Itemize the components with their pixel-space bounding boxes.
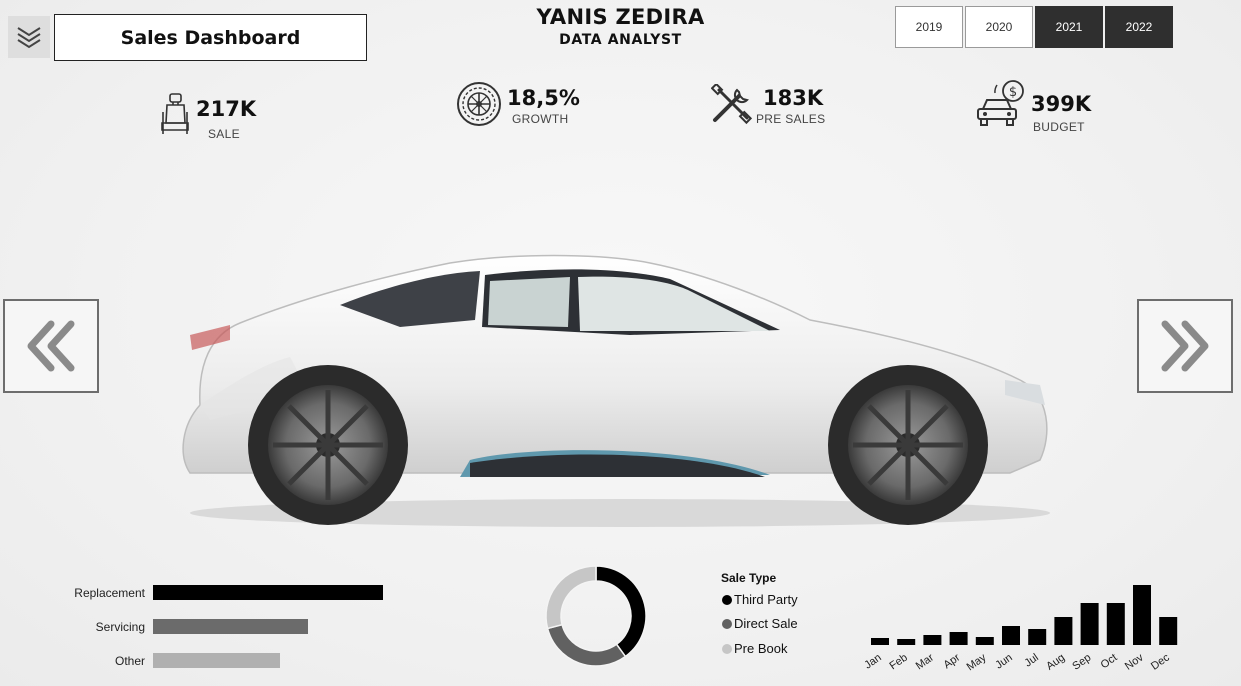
legend-third-party[interactable]: Third Party — [722, 592, 798, 607]
month-label-may: May — [965, 651, 989, 673]
bar-label-servicing: Servicing — [95, 620, 145, 634]
previous-button[interactable] — [3, 299, 99, 393]
svg-text:$: $ — [1009, 85, 1017, 100]
month-bar-nov[interactable] — [1133, 585, 1151, 645]
car-image — [182, 254, 1050, 527]
year-button-2019[interactable]: 2019 — [895, 6, 963, 48]
month-label-jul: Jul — [1023, 652, 1041, 670]
year-button-2020[interactable]: 2020 — [965, 6, 1033, 48]
legend-dot — [722, 643, 732, 654]
donut-slice-third-party[interactable] — [595, 565, 647, 658]
month-bar-apr[interactable] — [949, 632, 968, 645]
month-bar-mar[interactable] — [923, 635, 942, 645]
legend-label: Direct Sale — [734, 616, 798, 631]
pre-sales-label: PRE SALES — [756, 112, 826, 126]
legend-direct-sale[interactable]: Direct Sale — [722, 616, 798, 631]
sale-type-donut — [545, 565, 647, 667]
month-bar-aug[interactable] — [1054, 617, 1073, 645]
month-label-jun: Jun — [993, 652, 1014, 672]
car-seat-icon — [161, 93, 189, 134]
donut-slice-direct-sale[interactable] — [546, 623, 627, 667]
month-label-oct: Oct — [1099, 652, 1120, 672]
year-filter: 2019 2020 2021 2022 — [895, 6, 1173, 48]
month-bar-jun[interactable] — [1002, 626, 1020, 645]
month-bar-dec[interactable] — [1159, 617, 1178, 645]
donut-slice-pre-book[interactable] — [545, 565, 597, 630]
month-bar-sep[interactable] — [1080, 603, 1099, 645]
month-label-jan: Jan — [862, 652, 883, 672]
year-button-2021[interactable]: 2021 — [1035, 6, 1103, 48]
next-button[interactable] — [1137, 299, 1233, 393]
pre-sales-value: 183K — [763, 86, 824, 110]
month-label-feb: Feb — [887, 652, 909, 673]
bar-label-replacement: Replacement — [74, 586, 145, 600]
legend-pre-book[interactable]: Pre Book — [722, 641, 787, 656]
month-bar-jul[interactable] — [1028, 629, 1047, 645]
legend-dot — [722, 594, 732, 605]
legend-label: Third Party — [734, 592, 798, 607]
car-dollar-icon: $ — [977, 80, 1024, 126]
bar-other[interactable] — [153, 653, 280, 668]
month-label-mar: Mar — [914, 651, 937, 672]
month-label-apr: Apr — [941, 651, 962, 671]
legend-label: Pre Book — [734, 641, 788, 656]
monthly-sales-chart: Jan Feb Mar Apr May Jun Jul Aug Sep Oct Nov Dec — [862, 585, 1178, 673]
tire-icon — [457, 82, 501, 126]
bar-servicing[interactable] — [153, 619, 308, 634]
legend-dot — [722, 618, 732, 629]
budget-value: 399K — [1031, 92, 1092, 116]
growth-value: 18,5% — [507, 86, 580, 110]
month-bar-jan[interactable] — [871, 638, 889, 645]
bar-replacement[interactable] — [153, 585, 383, 600]
month-bar-may[interactable] — [975, 637, 994, 645]
bar-label-other: Other — [114, 654, 145, 668]
month-label-nov: Nov — [1123, 651, 1146, 672]
year-button-2022[interactable]: 2022 — [1105, 6, 1173, 48]
double-chevron-right-icon — [1161, 320, 1209, 372]
sale-label: SALE — [208, 127, 240, 141]
dashboard-title: Sales Dashboard — [54, 14, 367, 61]
growth-label: GROWTH — [512, 112, 569, 126]
menu-button[interactable] — [8, 16, 50, 58]
chevrons-down-icon — [17, 27, 41, 49]
month-label-aug: Aug — [1044, 652, 1067, 673]
budget-label: BUDGET — [1033, 120, 1085, 134]
month-bar-feb[interactable] — [897, 639, 916, 645]
double-chevron-left-icon — [27, 320, 75, 372]
sale-value: 217K — [196, 97, 257, 121]
month-label-dec: Dec — [1149, 651, 1172, 672]
month-label-sep: Sep — [1070, 652, 1093, 673]
tools-icon — [711, 84, 753, 125]
month-bar-oct[interactable] — [1106, 603, 1125, 645]
legend-title: Sale Type — [721, 571, 777, 585]
